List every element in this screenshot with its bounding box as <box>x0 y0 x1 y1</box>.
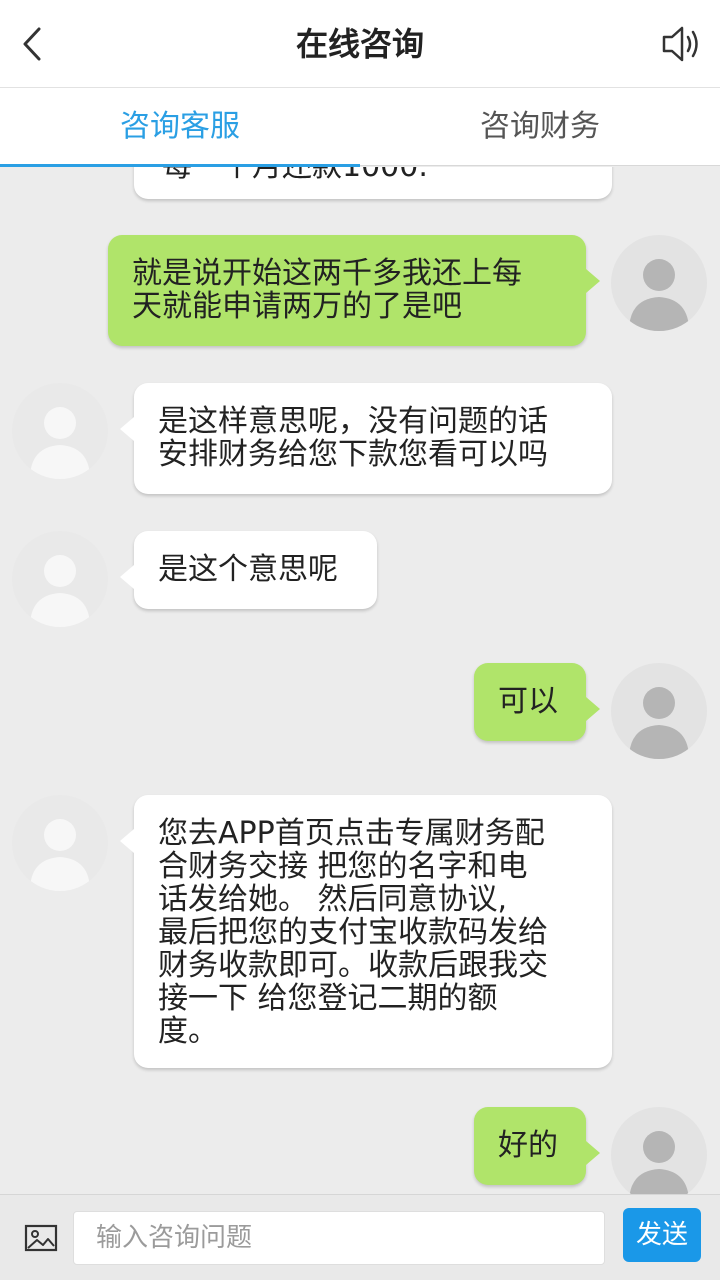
message-bubble-agent-partial: 每一个月还款1000. <box>134 167 612 199</box>
message-bubble-user: 好的 <box>474 1107 600 1185</box>
message-text: 每一个月还款1000. <box>162 167 428 185</box>
message-bubble-user: 可以 <box>474 663 600 741</box>
chat-message-list[interactable]: 每一个月还款1000. 就是说开始这两千多我还上每 天就能申请两万的了是吧 是这… <box>0 167 720 1194</box>
message-text: 您去APP首页点击专属财务配 合财务交接 把您的名字和电 话发给她。 然后同意协… <box>158 816 548 1049</box>
message-text: 好的 <box>498 1128 558 1163</box>
speaker-button[interactable] <box>658 22 706 66</box>
default-avatar-icon <box>30 555 90 627</box>
agent-avatar[interactable] <box>12 795 108 891</box>
user-avatar[interactable] <box>611 235 707 331</box>
message-input-bar: 发送 <box>0 1194 720 1280</box>
send-button[interactable]: 发送 <box>623 1208 701 1262</box>
image-icon <box>24 1224 58 1252</box>
agent-avatar[interactable] <box>12 383 108 479</box>
message-bubble-agent: 是这个意思呢 <box>120 531 377 609</box>
page-title: 在线咨询 <box>295 25 424 63</box>
tab-consult-finance[interactable]: 咨询财务 <box>360 88 720 166</box>
message-bubble-agent: 您去APP首页点击专属财务配 合财务交接 把您的名字和电 话发给她。 然后同意协… <box>120 795 612 1068</box>
message-text: 是这个意思呢 <box>158 552 338 587</box>
user-avatar[interactable] <box>611 663 707 759</box>
message-bubble-agent: 是这样意思呢，没有问题的话 安排财务给您下款您看可以吗 <box>120 383 612 494</box>
consult-question-input[interactable] <box>73 1211 605 1265</box>
default-avatar-icon <box>629 1131 689 1194</box>
default-avatar-icon <box>30 407 90 479</box>
message-bubble-user: 就是说开始这两千多我还上每 天就能申请两万的了是吧 <box>108 235 600 346</box>
default-avatar-icon <box>30 819 90 891</box>
default-avatar-icon <box>629 259 689 331</box>
message-text: 就是说开始这两千多我还上每 天就能申请两万的了是吧 <box>132 256 522 324</box>
speaker-icon <box>662 26 698 62</box>
top-bar: 在线咨询 <box>0 0 720 88</box>
default-avatar-icon <box>629 687 689 759</box>
tab-bar: 咨询客服 咨询财务 <box>0 88 720 167</box>
send-image-button[interactable] <box>22 1219 60 1257</box>
user-avatar[interactable] <box>611 1107 707 1194</box>
message-text: 可以 <box>498 684 558 719</box>
tab-consult-service[interactable]: 咨询客服 <box>0 88 360 167</box>
agent-avatar[interactable] <box>12 531 108 627</box>
message-text: 是这样意思呢，没有问题的话 安排财务给您下款您看可以吗 <box>158 404 548 472</box>
